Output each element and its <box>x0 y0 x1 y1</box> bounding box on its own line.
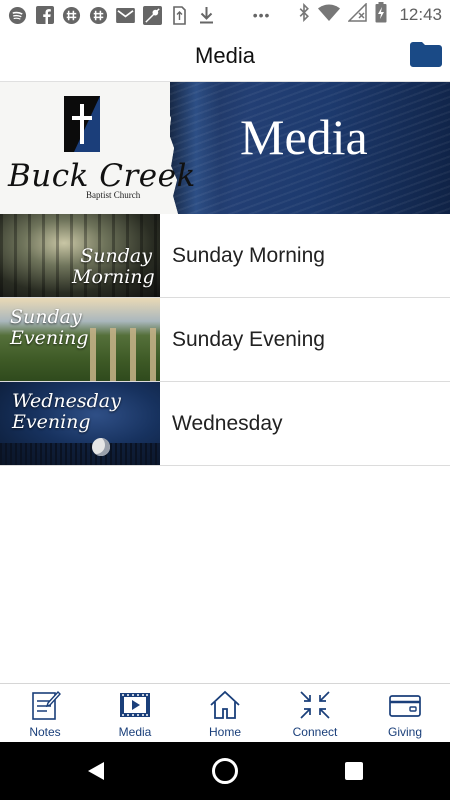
slack-icon <box>62 6 81 25</box>
nav-label: Notes <box>29 725 61 739</box>
back-icon[interactable] <box>86 761 106 781</box>
media-item-sunday-evening[interactable]: Sunday Evening Sunday Evening <box>0 298 450 382</box>
sim-icon <box>170 5 189 25</box>
folder-button[interactable] <box>409 40 443 70</box>
nav-notes[interactable]: Notes <box>0 684 90 742</box>
page-title: Media <box>195 43 255 68</box>
media-item-wednesday[interactable]: Wednesday Evening Wednesday <box>0 382 450 466</box>
nav-label: Giving <box>387 725 422 739</box>
thumb-text: Sunday Evening <box>10 306 89 349</box>
download-icon <box>197 6 216 25</box>
home-icon <box>210 690 240 719</box>
overflow-dots: ••• <box>252 7 271 23</box>
giving-icon <box>389 695 421 717</box>
church-logo-icon <box>64 96 100 152</box>
bluetooth-icon <box>298 2 310 27</box>
brand-name: Buck Creek <box>8 158 196 194</box>
banner-title: Media <box>240 109 368 165</box>
system-navigation-bar <box>0 742 450 800</box>
app-header: Media <box>0 30 450 82</box>
nav-home[interactable]: Home <box>180 684 270 742</box>
maps-icon <box>143 5 162 25</box>
wednesday-evening-thumbnail: Wednesday Evening <box>0 382 160 465</box>
recent-apps-button[interactable] <box>345 762 363 780</box>
media-list: Sunday Morning Sunday Morning Sunday Eve… <box>0 214 450 466</box>
notes-icon <box>32 690 61 720</box>
battery-charging-icon <box>375 2 387 28</box>
home-button[interactable] <box>212 758 238 784</box>
facebook-icon <box>35 6 54 25</box>
gmail-icon <box>116 6 135 25</box>
brand-subtitle: Baptist Church <box>86 190 141 200</box>
media-item-sunday-morning[interactable]: Sunday Morning Sunday Morning <box>0 214 450 298</box>
nav-label: Media <box>118 725 152 739</box>
no-signal-icon <box>347 2 368 27</box>
connect-icon <box>300 691 330 719</box>
nav-label: Home <box>208 725 241 739</box>
sunday-evening-thumbnail: Sunday Evening <box>0 298 160 381</box>
media-banner: Buck Creek Baptist Church Media <box>0 82 450 214</box>
moon-graphic <box>92 438 110 456</box>
status-time: 12:43 <box>399 5 442 24</box>
nav-connect[interactable]: Connect <box>270 684 360 742</box>
list-item-label: Wednesday <box>172 412 283 435</box>
sunday-morning-thumbnail: Sunday Morning <box>0 214 160 297</box>
media-icon <box>120 693 150 717</box>
nav-giving[interactable]: Giving <box>360 684 450 742</box>
list-item-label: Sunday Morning <box>172 244 325 267</box>
slack-icon <box>89 6 108 25</box>
nav-media[interactable]: Media <box>90 684 180 742</box>
spotify-icon <box>8 6 27 25</box>
thumb-text: Wednesday Evening <box>12 390 121 433</box>
bottom-nav: Notes Media Home Connect Giving <box>0 683 450 742</box>
thumb-text: Sunday Morning <box>72 245 155 288</box>
nav-label: Connect <box>292 725 338 739</box>
wifi-icon <box>318 4 341 26</box>
status-bar: ••• 12:43 <box>0 0 450 30</box>
folder-icon <box>410 42 442 67</box>
torn-edge-overlay <box>150 82 178 214</box>
list-item-label: Sunday Evening <box>172 328 325 351</box>
